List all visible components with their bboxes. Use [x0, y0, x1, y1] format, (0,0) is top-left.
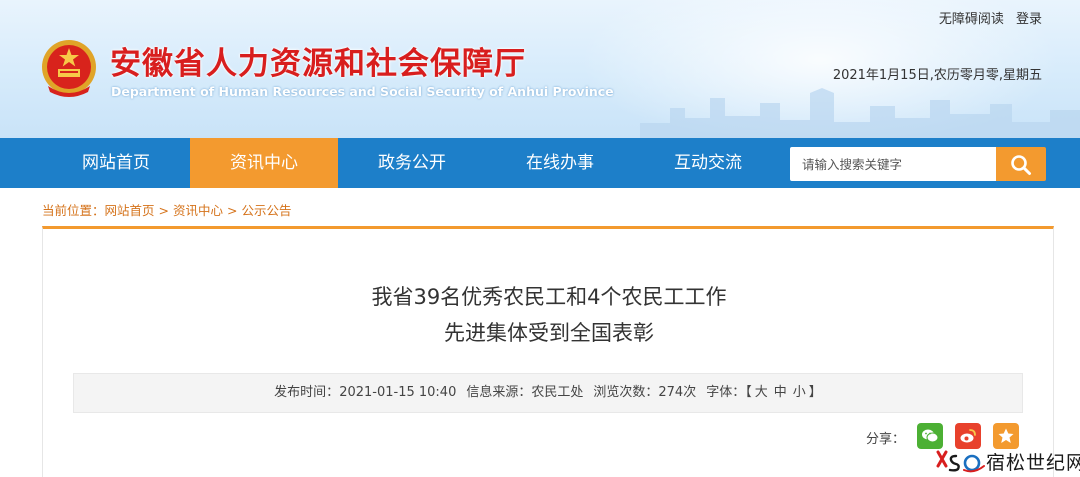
login-link[interactable]: 登录 [1016, 12, 1042, 27]
qzone-icon [998, 428, 1014, 443]
font-size-medium-button[interactable]: 中 [774, 385, 787, 400]
article-panel: 我省39名优秀农民工和4个农民工工作 先进集体受到全国表彰 发布时间：2021-… [42, 226, 1054, 477]
article-meta-bar: 发布时间：2021-01-15 10:40 信息来源：农民工处 浏览次数：274次字… [73, 373, 1023, 413]
breadcrumb-prefix: 当前位置： [42, 203, 105, 218]
font-size-label: 字体： [706, 385, 746, 400]
article-title-line-2: 先进集体受到全国表彰 [444, 321, 654, 345]
breadcrumb-item-announcements[interactable]: 公示公告 [242, 203, 292, 218]
search-button[interactable] [996, 147, 1046, 181]
font-size-bracket-open: 【 [745, 385, 752, 400]
nav-item-home[interactable]: 网站首页 [42, 138, 190, 188]
accessibility-link[interactable]: 无障碍阅读 [939, 12, 1004, 27]
nav-item-online-services[interactable]: 在线办事 [486, 138, 634, 188]
search-icon [1011, 155, 1031, 175]
nav-item-interaction[interactable]: 互动交流 [634, 138, 782, 188]
site-title-english: Department of Human Resources and Social… [111, 84, 614, 99]
breadcrumb-item-home[interactable]: 网站首页 [105, 203, 155, 218]
watermark-text: 宿松世纪网 [986, 452, 1080, 474]
font-size-small-button[interactable]: 小 [793, 385, 806, 400]
national-emblem-icon [42, 40, 96, 97]
wechat-icon [922, 429, 939, 443]
views-count: 274次 [658, 385, 697, 400]
weibo-icon [960, 429, 976, 443]
article-title-line-1: 我省39名优秀农民工和4个农民工工作 [371, 285, 727, 309]
breadcrumb-separator: > [227, 203, 238, 218]
nav-item-news-center[interactable]: 资讯中心 [190, 138, 338, 188]
share-label: 分享： [865, 432, 905, 447]
breadcrumb-separator: > [158, 203, 170, 218]
search-input[interactable] [790, 147, 996, 181]
site-title: 安徽省人力资源和社会保障厅 [110, 46, 526, 82]
font-size-large-button[interactable]: 大 [755, 385, 768, 400]
header-banner: 安徽省人力资源和社会保障厅 Department of Human Resour… [0, 0, 1080, 138]
breadcrumb: 当前位置：网站首页 > 资讯中心 > 公示公告 [42, 200, 292, 219]
source-label: 信息来源： [466, 385, 532, 400]
date-display: 2021年1月15日,农历零月零,星期五 [832, 68, 1042, 83]
nav-item-government-affairs[interactable]: 政务公开 [338, 138, 486, 188]
city-skyline-graphic [640, 88, 1080, 138]
watermark-logo [936, 450, 985, 473]
source: 农民工处 [531, 385, 584, 400]
publish-time: 2021-01-15 10:40 [339, 385, 457, 400]
qzone-share-button[interactable] [993, 423, 1019, 449]
top-links: 无障碍阅读 登录 [931, 8, 1042, 27]
main-nav: 网站首页 资讯中心 政务公开 在线办事 互动交流 [0, 138, 1080, 188]
views-label: 浏览次数： [593, 385, 659, 400]
breadcrumb-item-news-center[interactable]: 资讯中心 [173, 203, 223, 218]
font-size-bracket-close: 】 [808, 385, 822, 400]
publish-time-label: 发布时间： [274, 385, 340, 400]
